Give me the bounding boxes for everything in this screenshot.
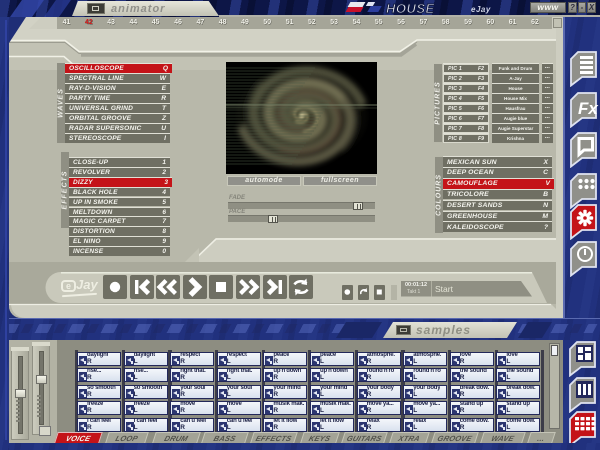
svg-text:Fx: Fx <box>578 99 599 118</box>
